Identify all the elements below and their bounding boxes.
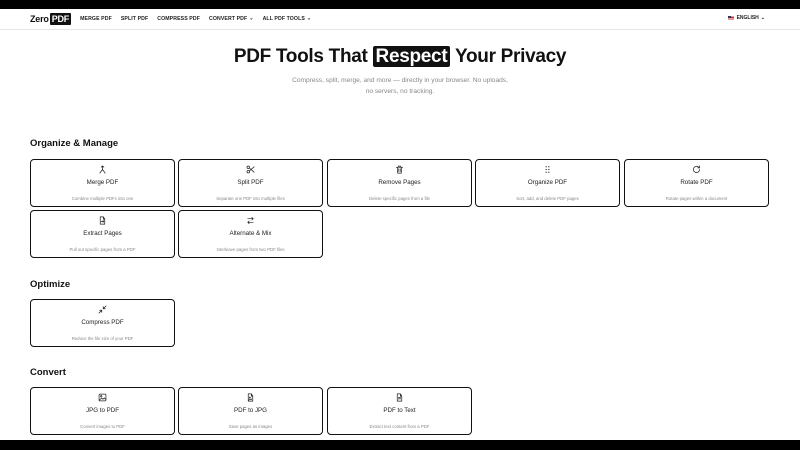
card-description: Convert images to PDF	[80, 424, 125, 429]
card-title: PDF to JPG	[233, 407, 267, 414]
nav-label: MERGE PDF	[80, 16, 112, 22]
file-image-icon	[179, 393, 322, 403]
nav-label: ALL PDF TOOLS	[262, 16, 305, 22]
hero-subtitle: Compress, split, merge, and more — direc…	[275, 75, 525, 97]
card-description: Sort, add, and delete PDF pages	[516, 196, 579, 201]
nav-split-pdf[interactable]: SPLIT PDF	[121, 16, 148, 22]
merge-icon	[31, 165, 174, 175]
card-description: Reduce the file size of your PDF	[71, 336, 134, 341]
card-description: Combine multiple PDFs into one	[71, 196, 134, 201]
hero-subtitle-line: Compress, split, merge, and more — direc…	[292, 77, 508, 84]
card-title: Compress PDF	[81, 319, 124, 326]
nav-compress-pdf[interactable]: COMPRESS PDF	[157, 16, 200, 22]
card-title: JPG to PDF	[85, 407, 119, 414]
card-title: Remove Pages	[378, 179, 421, 186]
section-title-convert: Convert	[30, 367, 66, 378]
chevron-down-icon: ⌄	[760, 15, 765, 21]
card-title: Alternate & Mix	[229, 230, 272, 237]
nav-label: SPLIT PDF	[120, 16, 149, 22]
image-icon	[31, 393, 174, 403]
tool-card-split-pdf[interactable]: Split PDF Separate one PDF into multiple…	[178, 159, 323, 207]
grip-icon	[476, 165, 619, 175]
nav-label: COMPRESS PDF	[157, 16, 200, 22]
rotate-icon	[625, 165, 768, 175]
hero-title-start: PDF Tools That	[233, 46, 373, 67]
card-description: Extract text content from a PDF	[369, 424, 430, 429]
card-description: Save pages as images	[228, 424, 273, 429]
card-title: Extract Pages	[83, 230, 122, 237]
file-text-icon	[328, 393, 471, 403]
main-nav: MERGE PDF SPLIT PDF COMPRESS PDF CONVERT…	[80, 15, 320, 23]
hero-subtitle-line: no servers, no tracking.	[365, 88, 435, 95]
tool-card-rotate-pdf[interactable]: Rotate PDF Rotate pages within a documen…	[624, 159, 769, 207]
nav-merge-pdf[interactable]: MERGE PDF	[80, 16, 112, 22]
nav-label: CONVERT PDF	[209, 16, 248, 22]
card-title: PDF to Text	[383, 407, 416, 414]
hero-title: PDF Tools That Respect Your Privacy	[0, 46, 800, 68]
swap-arrows-icon	[179, 216, 322, 226]
tool-card-pdf-to-text[interactable]: PDF to Text Extract text content from a …	[327, 387, 472, 435]
card-title: Rotate PDF	[680, 179, 713, 186]
card-description: Interleave pages from two PDF files	[216, 247, 285, 252]
nav-all-pdf-tools[interactable]: ALL PDF TOOLS ⌄	[262, 15, 312, 23]
us-flag-icon	[727, 16, 734, 20]
tool-card-jpg-to-pdf[interactable]: JPG to PDF Convert images to PDF	[30, 387, 175, 435]
logo-zero-text: Zero	[30, 14, 49, 24]
file-export-icon	[31, 216, 174, 226]
nav-convert-pdf[interactable]: CONVERT PDF ⌄	[209, 15, 254, 23]
language-selector[interactable]: ENGLISH ⌄	[727, 15, 765, 21]
chevron-down-icon: ⌄	[306, 15, 312, 22]
card-title: Merge PDF	[86, 179, 119, 186]
card-description: Separate one PDF into multiple files	[216, 196, 285, 201]
card-title: Split PDF	[237, 179, 264, 186]
card-title: Organize PDF	[527, 179, 568, 186]
language-label: ENGLISH	[736, 15, 759, 21]
trash-icon	[328, 165, 471, 175]
chevron-down-icon: ⌄	[249, 15, 254, 22]
hero-title-highlight: Respect	[372, 46, 451, 67]
section-title-optimize: Optimize	[30, 279, 71, 290]
top-navbar: Zero PDF MERGE PDF SPLIT PDF COMPRESS PD…	[0, 9, 800, 29]
tool-card-remove-pages[interactable]: Remove Pages Delete specific pages from …	[327, 159, 472, 207]
tool-card-pdf-to-jpg[interactable]: PDF to JPG Save pages as images	[178, 387, 323, 435]
tool-card-merge-pdf[interactable]: Merge PDF Combine multiple PDFs into one	[30, 159, 175, 207]
compress-arrows-icon	[31, 305, 174, 315]
card-description: Pull out specific pages from a PDF	[69, 247, 136, 252]
logo[interactable]: Zero PDF	[30, 13, 72, 25]
app-window: Zero PDF MERGE PDF SPLIT PDF COMPRESS PD…	[0, 9, 800, 440]
hero-title-end: Your Privacy	[450, 46, 567, 67]
tool-card-organize-pdf[interactable]: Organize PDF Sort, add, and delete PDF p…	[475, 159, 620, 207]
scissors-icon	[179, 165, 322, 175]
tool-card-alternate-mix[interactable]: Alternate & Mix Interleave pages from tw…	[178, 210, 323, 258]
logo-pdf-text: PDF	[49, 13, 72, 25]
tool-card-extract-pages[interactable]: Extract Pages Pull out specific pages fr…	[30, 210, 175, 258]
header-divider	[0, 29, 800, 30]
tool-card-compress-pdf[interactable]: Compress PDF Reduce the file size of you…	[30, 299, 175, 347]
section-title-organize: Organize & Manage	[30, 138, 119, 149]
card-description: Delete specific pages from a file	[369, 196, 430, 201]
card-description: Rotate pages within a document	[665, 196, 728, 201]
